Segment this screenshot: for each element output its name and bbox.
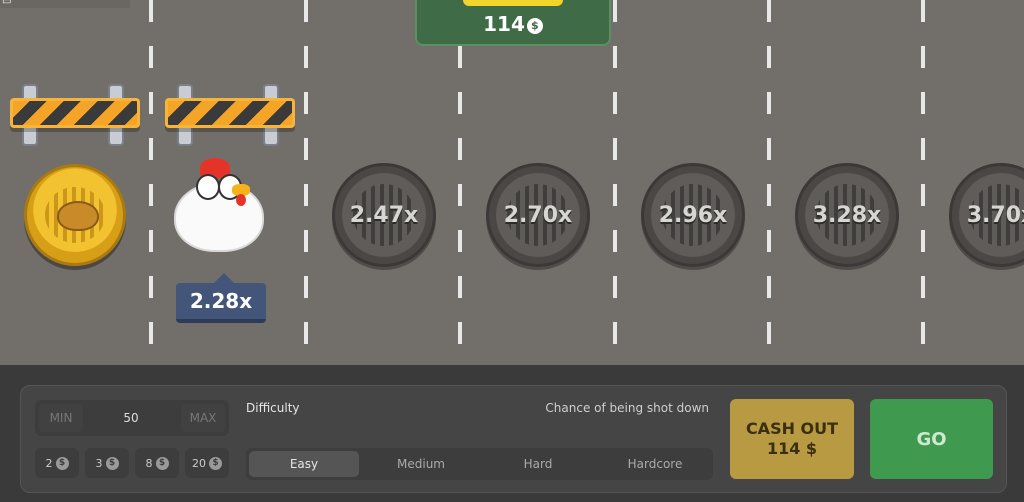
control-panel: MIN 50 MAX 2 $ 3 $ 8 $ 20 $ Difficulty Chanc… xyxy=(20,385,1007,493)
lane-divider xyxy=(458,0,462,365)
car-light xyxy=(463,0,563,6)
lane-multiplier: 3.28x xyxy=(812,202,882,228)
difficulty-medium-tab[interactable]: Medium xyxy=(366,451,476,477)
quick-bet-20-button[interactable]: 20 $ xyxy=(185,448,229,478)
barrier-stripe xyxy=(165,98,295,128)
dollar-coin-icon: $ xyxy=(55,456,69,470)
cash-out-amount: 114 $ xyxy=(766,439,818,458)
lane-multiplier: 3.70x xyxy=(966,202,1024,228)
dollar-coin-icon: $ xyxy=(155,456,169,470)
road-barrier xyxy=(165,84,295,146)
control-area: MIN 50 MAX 2 $ 3 $ 8 $ 20 $ Difficulty Chanc… xyxy=(0,365,1024,502)
approaching-car-bonus: 114 $ xyxy=(415,0,611,46)
cash-out-button[interactable]: CASH OUT 114 $ xyxy=(730,399,854,479)
manhole-lane-1[interactable]: 2.47x xyxy=(332,163,436,267)
quick-bet-2-button[interactable]: 2 $ xyxy=(35,448,79,478)
difficulty-hard-tab[interactable]: Hard xyxy=(483,451,593,477)
go-button[interactable]: GO xyxy=(870,399,993,479)
lane-divider xyxy=(304,0,308,365)
lane-multiplier: 2.47x xyxy=(349,202,419,228)
quick-bet-8-button[interactable]: 8 $ xyxy=(135,448,179,478)
dollar-coin-icon: $ xyxy=(105,456,119,470)
game-road: ▭ 114 $ 2.28x 2.47x 2.70x 2.96x 3.28x 3.… xyxy=(0,0,1024,365)
dollar-coin-icon: $ xyxy=(209,456,222,470)
cash-out-label: CASH OUT xyxy=(745,419,839,438)
lane-divider xyxy=(149,0,153,365)
quick-bet-value: 8 xyxy=(145,456,153,470)
quick-bet-value: 20 xyxy=(192,456,206,470)
difficulty-selector: Easy Medium Hard Hardcore xyxy=(246,448,713,480)
quick-bet-3-button[interactable]: 3 $ xyxy=(85,448,129,478)
difficulty-label: Difficulty xyxy=(246,401,300,415)
manhole-lane-4[interactable]: 3.28x xyxy=(795,163,899,267)
current-multiplier-tag: 2.28x xyxy=(176,273,266,323)
manhole-lane-3[interactable]: 2.96x xyxy=(641,163,745,267)
difficulty-easy-tab[interactable]: Easy xyxy=(249,451,359,477)
difficulty-hardcore-tab[interactable]: Hardcore xyxy=(600,451,710,477)
chance-label: Chance of being shot down xyxy=(545,401,709,415)
bet-amount-stepper: MIN 50 MAX xyxy=(35,400,229,436)
bet-min-button[interactable]: MIN xyxy=(39,404,83,432)
lane-multiplier: 2.96x xyxy=(658,202,728,228)
lane-divider xyxy=(921,0,925,365)
bonus-amount: 114 xyxy=(483,12,525,36)
barrier-stripe xyxy=(10,98,140,128)
lane-divider xyxy=(613,0,617,365)
manhole-lane-5[interactable]: 3.70x xyxy=(949,163,1024,267)
roast-chicken-coin-icon xyxy=(24,164,126,266)
window-corner-icon: ▭ xyxy=(0,0,130,8)
lane-multiplier: 2.70x xyxy=(503,202,573,228)
bet-max-button[interactable]: MAX xyxy=(181,404,225,432)
road-barrier xyxy=(10,84,140,146)
chicken-character-icon xyxy=(170,158,270,258)
quick-bet-value: 3 xyxy=(95,456,103,470)
manhole-lane-2[interactable]: 2.70x xyxy=(486,163,590,267)
quick-bet-value: 2 xyxy=(45,456,53,470)
bet-amount-input[interactable]: 50 xyxy=(105,400,157,436)
lane-divider xyxy=(767,0,771,365)
dollar-coin-icon: $ xyxy=(526,18,543,34)
